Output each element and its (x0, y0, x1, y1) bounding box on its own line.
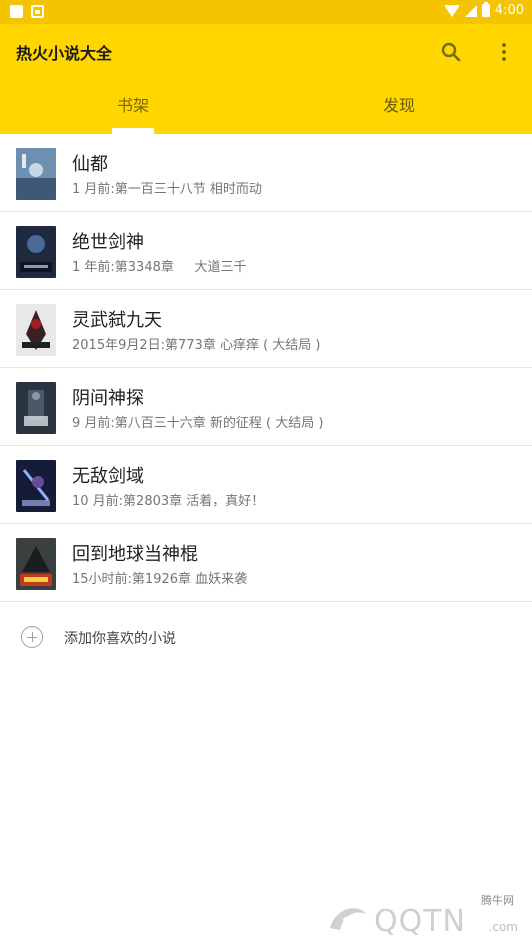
book-latest-chapter: 9 月前:第八百三十六章 新的征程 ( 大结局 ) (72, 416, 324, 431)
notification-icons (10, 5, 44, 18)
status-time: 4:00 (494, 3, 524, 18)
book-row[interactable]: 无敌剑域 10 月前:第2803章 活着，真好！ (0, 446, 532, 524)
book-row[interactable]: 仙都 1 月前:第一百三十八节 相时而动 (0, 134, 532, 212)
book-title: 无敌剑域 (72, 466, 144, 487)
book-title: 阴间神探 (72, 388, 144, 409)
app-title: 热火小说大全 (16, 44, 113, 63)
watermark-logo-icon (330, 908, 366, 930)
tab-bookshelf[interactable]: 书架 (0, 92, 266, 116)
book-cover (16, 460, 56, 512)
book-cover (16, 226, 56, 278)
book-title: 绝世剑神 (72, 232, 144, 253)
tab-discover[interactable]: 发现 (266, 92, 532, 116)
notification-app-icon (10, 5, 23, 18)
add-novel-row[interactable]: 添加你喜欢的小说 (0, 610, 532, 662)
app-bar: 热火小说大全 书架 发现 (0, 24, 532, 134)
book-row[interactable]: 回到地球当神棍 15小时前:第1926章 血妖来袭 (0, 524, 532, 602)
book-cover (16, 382, 56, 434)
book-row[interactable]: 阴间神探 9 月前:第八百三十六章 新的征程 ( 大结局 ) (0, 368, 532, 446)
add-novel-label: 添加你喜欢的小说 (64, 631, 176, 647)
watermark: 腾牛网 QQTN .com (326, 892, 522, 942)
book-cover (16, 148, 56, 200)
watermark-brand: 腾牛网 (481, 894, 514, 907)
book-latest-chapter: 15小时前:第1926章 血妖来袭 (72, 572, 248, 587)
search-icon[interactable] (440, 41, 462, 63)
book-title: 仙都 (72, 154, 108, 175)
signal-icon (464, 4, 477, 17)
notification-image-icon (31, 5, 44, 18)
book-cover (16, 538, 56, 590)
add-circle-icon (21, 626, 43, 648)
wifi-icon (443, 4, 460, 17)
book-row[interactable]: 灵武弑九天 2015年9月2日:第773章 心痒痒 ( 大结局 ) (0, 290, 532, 368)
watermark-main: QQTN (374, 904, 466, 939)
status-bar: 4:00 (0, 0, 532, 24)
watermark-domain: .com (488, 920, 518, 934)
book-latest-chapter: 2015年9月2日:第773章 心痒痒 ( 大结局 ) (72, 338, 321, 353)
book-row[interactable]: 绝世剑神 1 年前:第3348章 大道三千 (0, 212, 532, 290)
book-title: 回到地球当神棍 (72, 544, 198, 565)
book-list: 仙都 1 月前:第一百三十八节 相时而动 绝世剑神 1 年前:第3348章 大道… (0, 134, 532, 602)
book-title: 灵武弑九天 (72, 310, 162, 331)
book-latest-chapter: 1 年前:第3348章 大道三千 (72, 260, 247, 275)
battery-icon (481, 2, 490, 17)
status-right: 4:00 (443, 2, 524, 18)
book-cover (16, 304, 56, 356)
book-latest-chapter: 10 月前:第2803章 活着，真好！ (72, 494, 265, 509)
book-latest-chapter: 1 月前:第一百三十八节 相时而动 (72, 182, 262, 197)
more-options-icon[interactable] (494, 40, 514, 64)
